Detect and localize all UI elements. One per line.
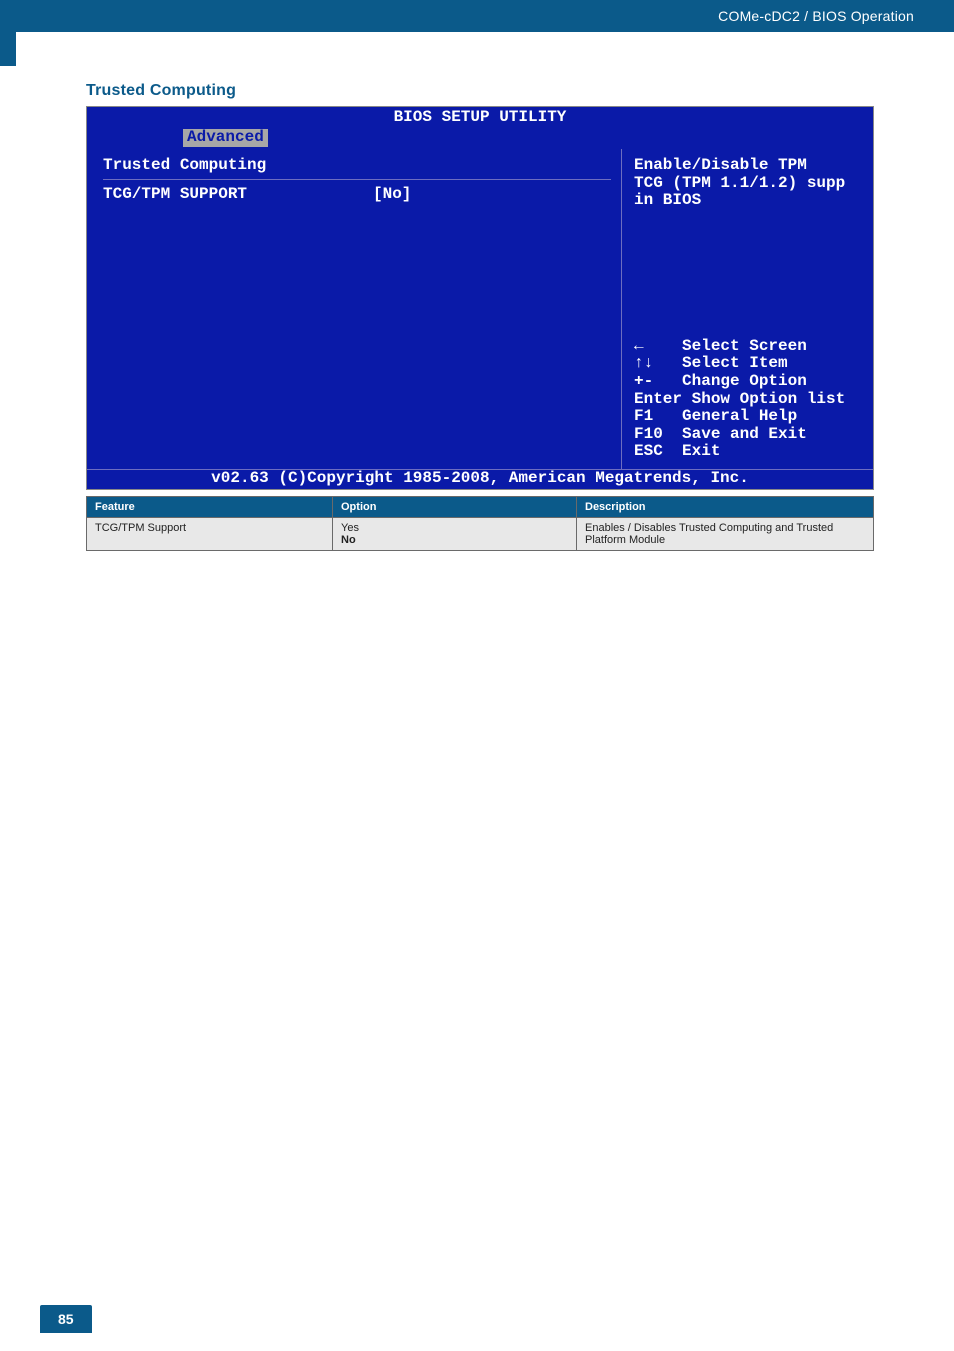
page-number: 85 <box>40 1305 92 1333</box>
key-hint: F10 Save and Exit <box>634 426 863 444</box>
th-feature: Feature <box>87 497 333 518</box>
key-hint: F1 General Help <box>634 408 863 426</box>
option-yes: Yes <box>341 522 568 534</box>
bios-body: Trusted Computing TCG/TPM SUPPORT [No] E… <box>87 149 873 469</box>
help-line: TCG (TPM 1.1/1.2) supp <box>634 175 863 193</box>
bios-screenshot: BIOS SETUP UTILITY Advanced Trusted Comp… <box>86 106 874 490</box>
key-hint: Enter Show Option list <box>634 391 863 409</box>
header-bar: COMe-cDC2 / BIOS Operation <box>0 0 954 32</box>
bios-footer: v02.63 (C)Copyright 1985-2008, American … <box>87 469 873 489</box>
feature-table: Feature Option Description TCG/TPM Suppo… <box>86 496 874 551</box>
bios-help-text: Enable/Disable TPM TCG (TPM 1.1/1.2) sup… <box>634 157 863 210</box>
td-feature: TCG/TPM Support <box>87 518 333 551</box>
td-description: Enables / Disables Trusted Computing and… <box>577 518 874 551</box>
table-header-row: Feature Option Description <box>87 497 874 518</box>
th-description: Description <box>577 497 874 518</box>
bios-copyright: v02.63 (C)Copyright 1985-2008, American … <box>211 469 749 487</box>
key-hint: +- Change Option <box>634 373 863 391</box>
table-row: TCG/TPM Support Yes No Enables / Disable… <box>87 518 874 551</box>
bios-option-label: TCG/TPM SUPPORT <box>103 186 373 204</box>
corner-accent <box>0 32 16 66</box>
bios-title-bar: BIOS SETUP UTILITY <box>87 107 873 129</box>
option-no: No <box>341 534 568 546</box>
page-footer: 85 <box>0 1311 954 1351</box>
bios-group-heading: Trusted Computing <box>103 157 611 175</box>
bios-title: BIOS SETUP UTILITY <box>394 108 567 126</box>
bios-left-panel: Trusted Computing TCG/TPM SUPPORT [No] <box>87 149 621 469</box>
section-title: Trusted Computing <box>86 82 874 100</box>
key-hint: ↑↓ Select Item <box>634 355 863 373</box>
divider <box>103 179 611 180</box>
help-line: Enable/Disable TPM <box>634 157 863 175</box>
key-hint: ← Select Screen <box>634 338 863 356</box>
bios-option-row[interactable]: TCG/TPM SUPPORT [No] <box>103 186 611 204</box>
help-line: in BIOS <box>634 192 863 210</box>
content-area: Trusted Computing BIOS SETUP UTILITY Adv… <box>0 32 954 551</box>
bios-tab-row: Advanced <box>87 129 873 149</box>
td-option: Yes No <box>333 518 577 551</box>
bios-option-value: [No] <box>373 186 411 204</box>
bios-right-panel: Enable/Disable TPM TCG (TPM 1.1/1.2) sup… <box>621 149 873 469</box>
tab-advanced[interactable]: Advanced <box>183 129 268 147</box>
breadcrumb: COMe-cDC2 / BIOS Operation <box>718 8 914 24</box>
th-option: Option <box>333 497 577 518</box>
bios-key-help: ← Select Screen ↑↓ Select Item +- Change… <box>634 338 863 461</box>
key-hint: ESC Exit <box>634 443 863 461</box>
